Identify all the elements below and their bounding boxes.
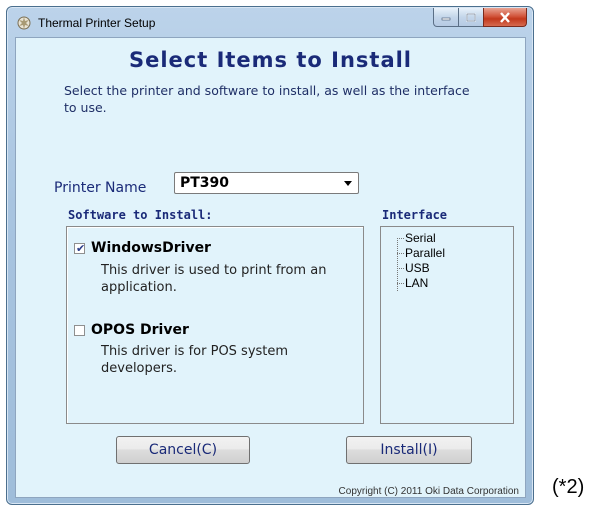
interface-section-label: Interface — [382, 208, 448, 222]
software-section-label: Software to Install: — [68, 208, 213, 222]
tree-branch — [397, 238, 404, 239]
printer-name-label: Printer Name — [54, 180, 147, 196]
minimize-icon — [441, 17, 451, 21]
footnote-marker: (*2) — [552, 476, 585, 498]
tree-item-label: Serial — [405, 231, 436, 245]
opos-driver-checkbox[interactable] — [74, 325, 85, 336]
maximize-icon — [466, 12, 476, 22]
checkmark-icon: ✔ — [76, 242, 86, 255]
minimize-button[interactable] — [433, 8, 459, 27]
opos-driver-description: This driver is for POS system developers… — [101, 344, 289, 376]
tree-branch — [397, 253, 404, 254]
printer-name-select[interactable]: PT390 — [174, 172, 359, 194]
printer-name-value: PT390 — [180, 175, 230, 191]
maximize-button[interactable] — [458, 8, 484, 27]
page-title: Select Items to Install — [128, 48, 413, 72]
software-list: ✔ WindowsDriver This driver is used to p… — [66, 226, 364, 424]
instructions-text: Select the printer and software to insta… — [64, 83, 470, 115]
tree-item-lan[interactable]: LAN — [395, 276, 445, 291]
install-button[interactable]: Install(I) — [346, 436, 472, 464]
close-button[interactable] — [483, 8, 527, 27]
cancel-button[interactable]: Cancel(C) — [116, 436, 250, 464]
copyright-text: Copyright (C) 2011 Oki Data Corporation — [338, 486, 519, 497]
printer-app-icon — [17, 16, 31, 30]
windowsdriver-description: This driver is used to print from an app… — [101, 263, 327, 295]
windowsdriver-checkbox[interactable]: ✔ — [74, 242, 86, 255]
title-bar[interactable]: Thermal Printer Setup — [7, 7, 533, 37]
tree-item-usb[interactable]: USB — [395, 261, 445, 276]
tree-item-label: LAN — [405, 276, 429, 290]
opos-driver-title: OPOS Driver — [91, 322, 189, 338]
dialog-client-area: Select Items to Install Select the print… — [15, 37, 526, 498]
tree-item-label: USB — [405, 261, 430, 275]
windowsdriver-title: WindowsDriver — [91, 240, 211, 256]
interface-tree: Serial Parallel USB LAN — [380, 226, 514, 424]
setup-window: Thermal Printer Setup Select Items to In… — [6, 6, 534, 505]
tree-item-parallel[interactable]: Parallel — [395, 246, 445, 261]
window-title: Thermal Printer Setup — [38, 16, 156, 30]
tree-branch — [397, 283, 404, 284]
tree-item-label: Parallel — [405, 246, 446, 260]
close-icon — [500, 11, 510, 23]
tree-item-serial[interactable]: Serial — [395, 231, 445, 246]
chevron-down-icon[interactable] — [344, 181, 352, 186]
tree-branch — [397, 268, 404, 269]
